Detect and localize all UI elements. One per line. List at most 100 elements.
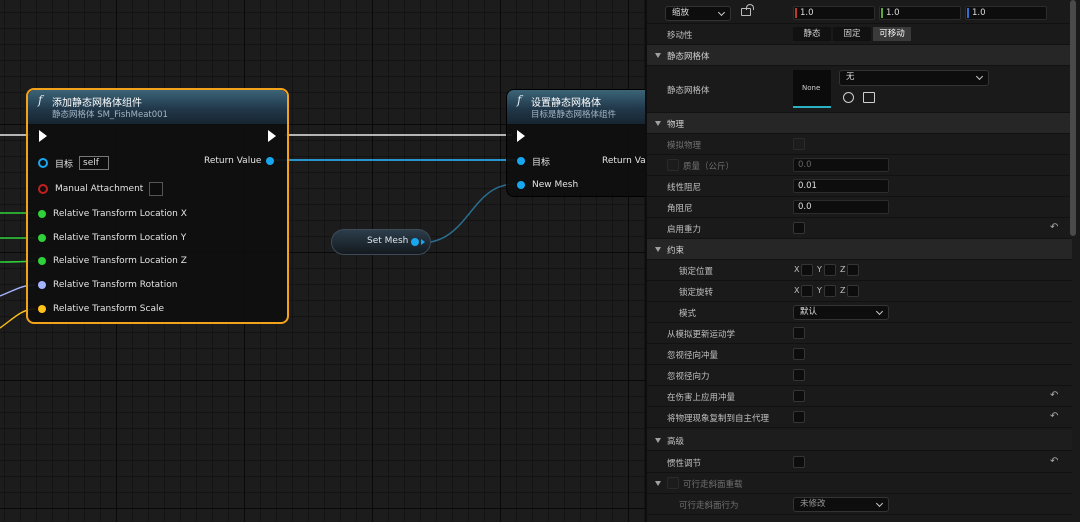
node-title: 添加静态网格体组件 — [52, 98, 142, 109]
mode-label: 模式 — [679, 309, 697, 319]
node-set-mesh-variable[interactable]: Set Mesh — [331, 229, 431, 255]
mobility-static-button[interactable]: 静态 — [793, 27, 831, 41]
x-axis-marker — [795, 8, 797, 18]
node-add-static-mesh-component[interactable]: f 添加静态网格体组件 静态网格体 SM_FishMeat001 目标 self… — [26, 88, 289, 324]
apply-impulse-on-damage-label: 在伤害上应用冲量 — [667, 393, 736, 403]
exec-in-pin[interactable] — [517, 130, 525, 142]
pin-rotation[interactable]: Relative Transform Rotation — [38, 278, 177, 292]
scale-z-field[interactable]: 1.0 — [965, 6, 1047, 20]
update-kinematic-checkbox[interactable] — [793, 327, 805, 339]
angular-damping-row: 角阻尼 0.0 — [647, 197, 1072, 218]
linear-damping-field[interactable]: 0.01 — [793, 179, 889, 193]
static-mesh-dropdown[interactable]: 无 — [839, 70, 989, 86]
pin-location-x[interactable]: Relative Transform Location X — [38, 207, 187, 221]
angular-damping-label: 角阻尼 — [667, 204, 693, 214]
pin-label: 目标 — [532, 157, 551, 168]
mass-override-checkbox[interactable] — [667, 159, 679, 171]
pin-label: 目标 — [55, 159, 74, 170]
pin-target[interactable]: 目标 — [517, 154, 550, 168]
linear-damping-label: 线性阻尼 — [667, 183, 702, 193]
ignore-radial-force-label: 忽视径向力 — [667, 372, 710, 382]
inertia-label: 惯性调节 — [667, 459, 702, 469]
scale-y-field[interactable]: 1.0 — [879, 6, 961, 20]
pin-label: Relative Transform Scale — [53, 304, 164, 314]
pin-location-y[interactable]: Relative Transform Location Y — [38, 231, 186, 245]
pin-target[interactable]: 目标 self — [38, 156, 110, 170]
category-label: 物理 — [667, 120, 685, 130]
lock-rotation-z-checkbox[interactable] — [847, 285, 859, 297]
details-panel[interactable]: 缩放 1.0 1.0 1.0 移动性 静态 固定 可移动 静态网格体 静态网格体… — [645, 0, 1080, 522]
pin-manual-attachment[interactable]: Manual Attachment — [38, 182, 164, 196]
mesh-thumbnail[interactable]: None — [793, 70, 831, 108]
walkable-override-label: 可行走斜面重载 — [683, 480, 743, 490]
chevron-down-icon — [875, 499, 884, 508]
ignore-radial-impulse-checkbox[interactable] — [793, 348, 805, 360]
ignore-radial-force-checkbox[interactable] — [793, 369, 805, 381]
replicate-physics-checkbox[interactable] — [793, 411, 805, 423]
chevron-down-icon — [875, 307, 884, 316]
float-pin-icon — [38, 257, 46, 265]
mass-field[interactable]: 0.0 — [793, 158, 889, 172]
browse-icon[interactable] — [863, 92, 875, 103]
lock-rotation-x-checkbox[interactable] — [801, 285, 813, 297]
pin-new-mesh[interactable]: New Mesh — [517, 178, 578, 192]
pin-label: Relative Transform Location Z — [53, 256, 187, 266]
node-title: 设置静态网格体 — [531, 98, 601, 109]
axis-y-label: Y — [817, 286, 822, 295]
node-header: f 添加静态网格体组件 静态网格体 SM_FishMeat001 — [28, 90, 287, 124]
reset-arrow-icon[interactable]: ↶ — [1050, 222, 1058, 233]
reset-arrow-icon[interactable]: ↶ — [1050, 390, 1058, 401]
advanced-header[interactable]: 高级 — [647, 430, 1072, 451]
details-scrollbar[interactable] — [1070, 0, 1076, 236]
pin-return-value[interactable]: Return Value — [204, 154, 275, 168]
category-static-mesh[interactable]: 静态网格体 — [647, 45, 1072, 66]
lock-position-y-checkbox[interactable] — [824, 264, 836, 276]
walkable-override-row: 可行走斜面重载 — [647, 473, 1072, 494]
apply-impulse-on-damage-checkbox[interactable] — [793, 390, 805, 402]
lock-position-x-checkbox[interactable] — [801, 264, 813, 276]
pin-label: Return Va — [602, 156, 645, 166]
angular-damping-field[interactable]: 0.0 — [793, 200, 889, 214]
lock-rotation-y-checkbox[interactable] — [824, 285, 836, 297]
dropdown-value: 缩放 — [672, 8, 690, 18]
category-constraints[interactable]: 约束 — [647, 239, 1072, 260]
object-pin-icon[interactable] — [411, 238, 419, 246]
enable-gravity-checkbox[interactable] — [793, 222, 805, 234]
walkable-behavior-dropdown[interactable]: 未修改 — [793, 497, 889, 512]
axis-y-label: Y — [817, 265, 822, 274]
axis-x-label: X — [794, 265, 800, 274]
exec-out-pin[interactable] — [268, 130, 276, 142]
simulate-physics-checkbox[interactable] — [793, 138, 805, 150]
mobility-movable-button[interactable]: 可移动 — [873, 27, 911, 41]
pin-label: Relative Transform Rotation — [53, 280, 178, 290]
inertia-checkbox[interactable] — [793, 456, 805, 468]
scale-x-field[interactable]: 1.0 — [793, 6, 875, 20]
blueprint-graph[interactable]: f 添加静态网格体组件 静态网格体 SM_FishMeat001 目标 self… — [0, 0, 645, 522]
pin-location-z[interactable]: Relative Transform Location Z — [38, 254, 187, 268]
collapse-arrow-icon — [655, 438, 661, 443]
advanced-label: 高级 — [667, 437, 685, 447]
constraint-mode-dropdown[interactable]: 默认 — [793, 305, 889, 320]
lock-position-z-checkbox[interactable] — [847, 264, 859, 276]
target-self-field[interactable]: self — [79, 156, 110, 170]
node-subtitle: 目标是静态网格体组件 — [531, 110, 617, 120]
reset-arrow-icon[interactable]: ↶ — [1050, 456, 1058, 467]
collapse-arrow-icon — [655, 121, 661, 126]
pin-return-value[interactable]: Return Va — [602, 154, 645, 168]
mobility-stationary-button[interactable]: 固定 — [833, 27, 871, 41]
node-set-static-mesh[interactable]: f 设置静态网格体 目标是静态网格体组件 目标 Return Va New Me… — [506, 89, 645, 197]
category-physics[interactable]: 物理 — [647, 113, 1072, 134]
pin-label: New Mesh — [532, 180, 579, 190]
field-value: 1.0 — [886, 8, 900, 18]
pin-label: Manual Attachment — [55, 184, 144, 194]
scale-mode-dropdown[interactable]: 缩放 — [665, 6, 731, 21]
object-wire-mesh — [419, 183, 516, 244]
pin-scale[interactable]: Relative Transform Scale — [38, 302, 164, 316]
collapse-arrow-icon — [655, 53, 661, 58]
use-selected-icon[interactable] — [843, 92, 854, 103]
reset-arrow-icon[interactable]: ↶ — [1050, 411, 1058, 422]
exec-in-pin[interactable] — [39, 130, 47, 142]
walkable-override-checkbox[interactable] — [667, 477, 679, 489]
manual-attachment-checkbox[interactable] — [149, 182, 164, 196]
function-icon: f — [517, 93, 522, 107]
